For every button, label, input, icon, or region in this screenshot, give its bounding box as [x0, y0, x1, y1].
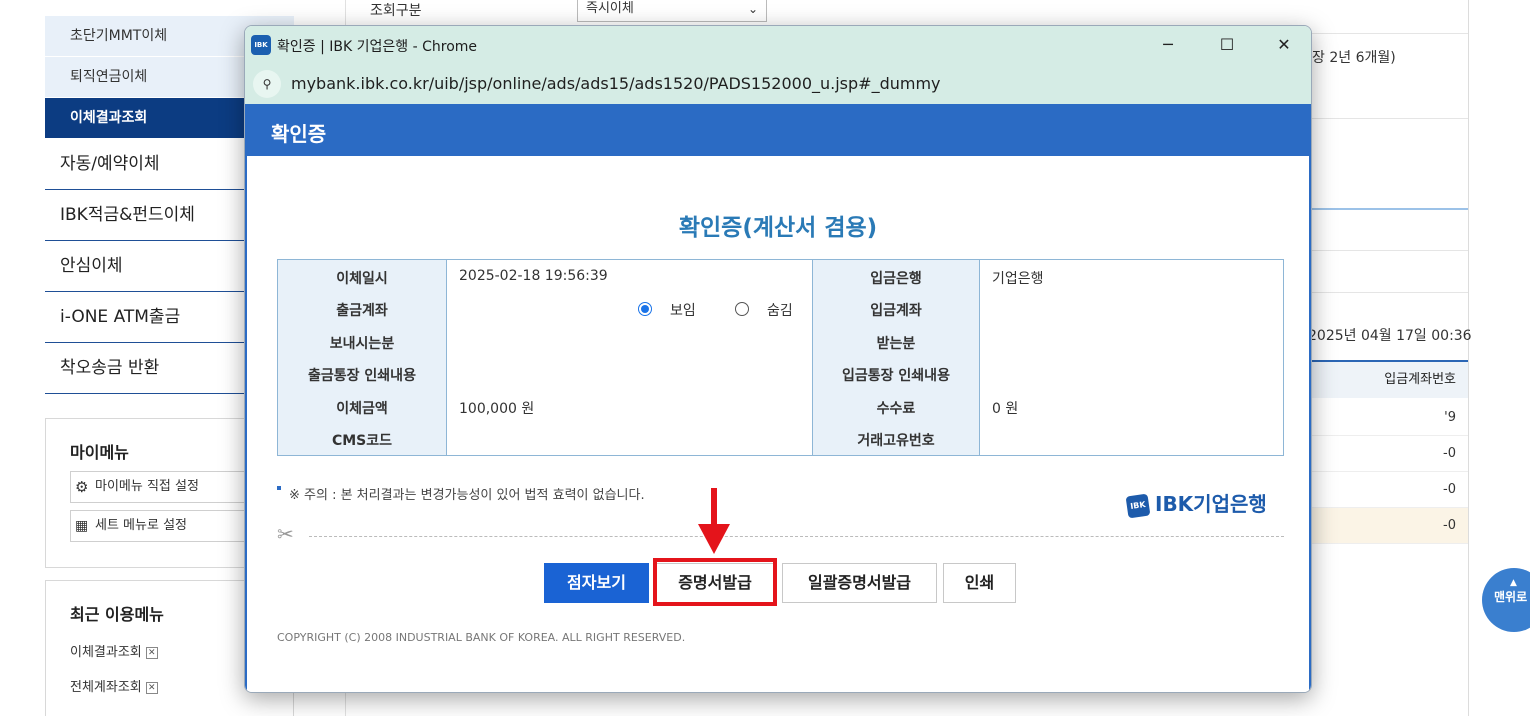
- close-icon[interactable]: ✕: [145, 681, 158, 694]
- scroll-to-top-label: 맨위로: [1494, 590, 1528, 604]
- braille-view-button[interactable]: 점자보기: [544, 563, 649, 603]
- amount-value: 100,000 원: [459, 401, 535, 417]
- url-text[interactable]: mybank.ibk.co.kr/uib/jsp/online/ads/ads1…: [291, 74, 941, 93]
- legal-notice: ※ 주의 : 본 처리결과는 변경가능성이 있어 법적 효력이 없습니다.: [277, 484, 645, 503]
- mymenu-direct-setting-button[interactable]: ⚙ 마이메뉴 직접 설정: [70, 471, 260, 503]
- label-withdraw-account: 출금계좌: [336, 303, 388, 319]
- label-transfer-datetime: 이체일시: [336, 271, 388, 287]
- divider: [1312, 208, 1468, 210]
- site-settings-icon[interactable]: ⚲: [253, 70, 281, 98]
- address-bar: ⚲ mybank.ibk.co.kr/uib/jsp/online/ads/ad…: [245, 64, 1311, 104]
- document-title: 확인증(계산서 겸용): [678, 215, 878, 241]
- label-column-left: 이체일시 출금계좌 보내시는분 출금통장 인쇄내용 이체금액 CMS코드: [278, 260, 447, 455]
- transfer-datetime-value: 2025-02-18 19:56:39: [459, 268, 608, 284]
- query-type-select[interactable]: 즉시이체 ⌄: [577, 0, 767, 22]
- period-note: 장 2년 6개월): [1312, 50, 1396, 66]
- table-header-deposit-account: 입금계좌번호: [1312, 360, 1468, 398]
- chevron-down-icon: ⌄: [747, 2, 758, 16]
- label-sender: 보내시는분: [329, 336, 395, 352]
- content-right-border: [1468, 0, 1469, 716]
- table-cell: -0: [1312, 436, 1468, 472]
- popup-header-title: 확인증: [271, 122, 327, 146]
- ibk-brand-logo: IBK IBK기업은행: [1125, 488, 1267, 518]
- divider: [1312, 250, 1468, 251]
- copyright-text: COPYRIGHT (C) 2008 INDUSTRIAL BANK OF KO…: [277, 631, 686, 644]
- scroll-to-top-button[interactable]: ▲ 맨위로: [1482, 568, 1530, 632]
- value-column-left: 2025-02-18 19:56:39 보임 숨김 100,000 원: [447, 260, 813, 455]
- ibk-logo-icon: IBK: [251, 35, 271, 55]
- table-cell: '9: [1312, 400, 1468, 436]
- label-withdraw-memo: 출금통장 인쇄내용: [308, 368, 416, 384]
- radio-show[interactable]: [638, 302, 652, 316]
- recent-item[interactable]: 이체결과조회 ✕: [70, 641, 158, 660]
- fee-value: 0 원: [992, 401, 1019, 417]
- recent-menu-title: 최근 이용메뉴: [70, 605, 164, 624]
- divider: [1312, 292, 1468, 293]
- label-deposit-memo: 입금통장 인쇄내용: [842, 368, 950, 384]
- label-deposit-bank: 입금은행: [870, 271, 922, 287]
- label-column-right: 입금은행 입금계좌 받는분 입금통장 인쇄내용 수수료 거래고유번호: [813, 260, 980, 455]
- recent-item[interactable]: 전체계좌조회 ✕: [70, 676, 158, 695]
- query-type-value: 즉시이체: [586, 1, 634, 16]
- radio-hide[interactable]: [735, 302, 749, 316]
- cut-line: [309, 536, 1284, 537]
- label-amount: 이체금액: [336, 401, 388, 417]
- recent-item-label: 이체결과조회: [70, 645, 142, 660]
- mymenu-set-label: 세트 메뉴로 설정: [95, 518, 187, 533]
- mymenu-set-menu-button[interactable]: ▦ 세트 메뉴로 설정: [70, 510, 260, 542]
- label-transaction-id: 거래고유번호: [857, 433, 935, 449]
- arrow-up-icon: ▲: [1510, 578, 1517, 588]
- popup-header: 확인증: [247, 104, 1309, 156]
- popup-content: 확인증 확인증(계산서 겸용) 이체일시 출금계좌 보내시는분 출금통장 인쇄내…: [245, 104, 1311, 692]
- confirmation-info-table: 이체일시 출금계좌 보내시는분 출금통장 인쇄내용 이체금액 CMS코드 202…: [277, 259, 1284, 456]
- annotation-arrow-down-icon: [698, 488, 730, 554]
- close-icon[interactable]: ✕: [145, 646, 158, 659]
- ibk-mark-icon: IBK: [1125, 493, 1151, 518]
- radio-hide-label: 숨김: [767, 303, 793, 319]
- table-cell: -0: [1312, 472, 1468, 508]
- divider: [1312, 33, 1468, 34]
- window-title: 확인증 | IBK 기업은행 - Chrome: [277, 39, 478, 55]
- label-recipient: 받는분: [876, 336, 916, 352]
- gear-icon: ⚙: [75, 478, 89, 496]
- mymenu-title: 마이메뉴: [70, 443, 129, 462]
- divider: [1312, 118, 1468, 119]
- legal-notice-text: ※ 주의 : 본 처리결과는 변경가능성이 있어 법적 효력이 없습니다.: [289, 488, 645, 503]
- table-cell: -0: [1312, 508, 1468, 544]
- scissors-icon: ✂: [277, 522, 294, 546]
- ibk-brand-text: IBK기업은행: [1155, 492, 1267, 516]
- query-date-text: 2025년 04월 17일 00:36: [1308, 328, 1472, 344]
- grid-icon: ▦: [75, 518, 89, 534]
- recent-item-label: 전체계좌조회: [70, 680, 142, 695]
- value-column-right: 기업은행 0 원: [980, 260, 1285, 455]
- close-icon[interactable]: ✕: [1269, 32, 1299, 58]
- highlight-box: [653, 558, 777, 606]
- print-button[interactable]: 인쇄: [943, 563, 1016, 603]
- label-fee: 수수료: [876, 401, 916, 417]
- query-type-label: 조회구분: [370, 3, 422, 19]
- label-cms-code: CMS코드: [331, 433, 393, 449]
- bullet-icon: [277, 486, 281, 490]
- bulk-issue-certificate-button[interactable]: 일괄증명서발급: [782, 563, 937, 603]
- maximize-icon[interactable]: ☐: [1212, 32, 1242, 58]
- minimize-icon[interactable]: ─: [1153, 32, 1183, 58]
- radio-show-label: 보임: [670, 303, 696, 319]
- deposit-bank-value: 기업은행: [992, 271, 1044, 287]
- window-titlebar[interactable]: IBK 확인증 | IBK 기업은행 - Chrome ─ ☐ ✕: [245, 26, 1311, 64]
- confirmation-popup-window: IBK 확인증 | IBK 기업은행 - Chrome ─ ☐ ✕ ⚲ myba…: [244, 25, 1312, 693]
- label-deposit-account: 입금계좌: [870, 303, 922, 319]
- mymenu-direct-label: 마이메뉴 직접 설정: [95, 479, 199, 494]
